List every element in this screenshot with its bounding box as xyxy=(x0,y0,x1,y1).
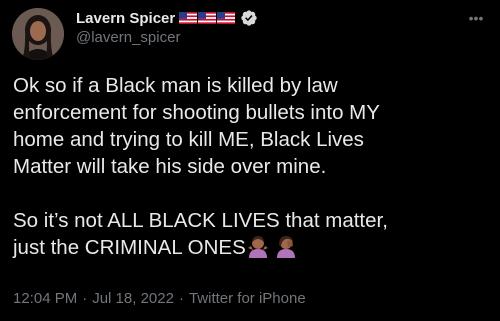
author-handle[interactable]: @lavern_spicer xyxy=(76,29,180,46)
us-flag-icon xyxy=(179,12,198,24)
trailing-emojis xyxy=(247,234,297,258)
display-name[interactable]: Lavern Spicer xyxy=(76,10,175,27)
tweet-metadata: 12:04 PM · Jul 18, 2022 · Twitter for iP… xyxy=(13,290,306,307)
us-flag-icon xyxy=(198,12,217,24)
meta-separator: · xyxy=(178,290,184,307)
tweet-paragraph-2: So it’s not ALL BLACK LIVES that matter,… xyxy=(13,209,388,259)
person-shrugging-emoji-icon xyxy=(247,236,268,258)
meta-separator: · xyxy=(82,290,88,307)
more-options-icon[interactable]: ••• xyxy=(466,8,486,28)
tweet-paragraph-1: Ok so if a Black man is killed by law en… xyxy=(13,74,380,178)
avatar-image xyxy=(12,8,64,60)
tweet-time[interactable]: 12:04 PM xyxy=(13,290,77,307)
tweet-card: Lavern Spicer @lavern_spicer ••• Ok so i… xyxy=(0,0,500,321)
tweet-date[interactable]: Jul 18, 2022 xyxy=(92,290,174,307)
us-flag-icon xyxy=(217,12,236,24)
tweet-text: Ok so if a Black man is killed by law en… xyxy=(13,72,493,261)
author-row: Lavern Spicer xyxy=(76,8,258,28)
avatar[interactable] xyxy=(12,8,64,60)
person-facepalming-emoji-icon xyxy=(276,236,295,258)
flag-emojis xyxy=(179,12,236,24)
verified-badge-icon xyxy=(241,10,257,26)
tweet-source[interactable]: Twitter for iPhone xyxy=(189,290,306,307)
